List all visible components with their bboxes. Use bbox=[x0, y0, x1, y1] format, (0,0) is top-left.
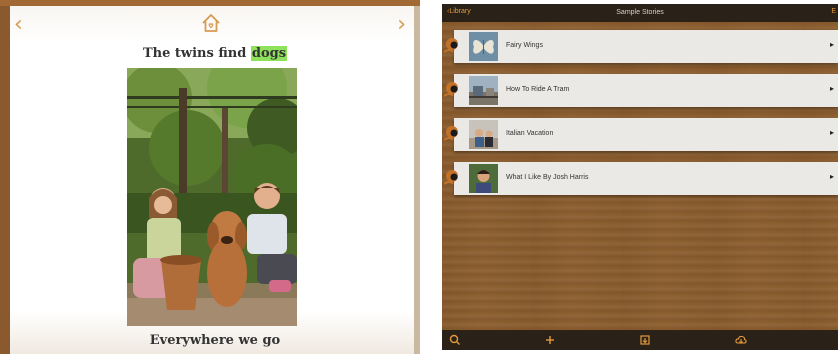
bookmark-knob-icon bbox=[444, 126, 458, 141]
story-reader: ‹ › The twins find dogs Everywhere we go bbox=[0, 0, 420, 354]
page-text: Everywhere we go bbox=[149, 333, 281, 348]
bookmark-knob-icon bbox=[444, 170, 458, 185]
book-cover-thumbnail bbox=[469, 164, 498, 193]
book-title: What I Like By Josh Harris bbox=[506, 174, 589, 181]
library-toolbar bbox=[442, 330, 838, 350]
book-cover-thumbnail bbox=[469, 76, 498, 105]
library-panel: ‹Library Sample Stories E Fairy Wings ▸ bbox=[442, 4, 838, 350]
book-title: Fairy Wings bbox=[506, 42, 543, 49]
add-icon[interactable] bbox=[543, 333, 557, 347]
book-row-fairy-wings[interactable]: Fairy Wings ▸ bbox=[444, 30, 838, 63]
chevron-right-icon: ▸ bbox=[829, 40, 834, 49]
book-row-how-to-ride-a-tram[interactable]: How To Ride A Tram ▸ bbox=[444, 74, 838, 107]
chevron-right-icon: ▸ bbox=[829, 172, 834, 181]
edit-button[interactable]: E bbox=[831, 8, 836, 15]
story-photo bbox=[127, 68, 297, 326]
chevron-right-icon: ▸ bbox=[829, 84, 834, 93]
chevron-left-icon[interactable]: ‹ bbox=[14, 14, 23, 36]
page-title: The twins find dogs bbox=[0, 46, 420, 61]
book-row-what-i-like[interactable]: What I Like By Josh Harris ▸ bbox=[444, 162, 838, 195]
book-title: Italian Vacation bbox=[506, 130, 554, 137]
search-icon[interactable] bbox=[448, 333, 462, 347]
home-icon[interactable] bbox=[200, 12, 222, 34]
book-row-italian-vacation[interactable]: Italian Vacation ▸ bbox=[444, 118, 838, 151]
import-icon[interactable] bbox=[638, 333, 652, 347]
book-cover-thumbnail bbox=[469, 120, 498, 149]
library-title: Sample Stories bbox=[616, 9, 664, 16]
bookmark-knob-icon bbox=[444, 82, 458, 97]
book-cover-thumbnail bbox=[469, 32, 498, 61]
cloud-download-icon[interactable] bbox=[734, 333, 748, 347]
book-title: How To Ride A Tram bbox=[506, 86, 570, 93]
page-title-text: The twins find bbox=[142, 46, 247, 61]
highlighted-word: dogs bbox=[250, 46, 288, 61]
bookmark-knob-icon bbox=[444, 38, 458, 53]
library-header: ‹Library Sample Stories E bbox=[442, 4, 838, 22]
divider-gap bbox=[420, 0, 442, 354]
chevron-right-icon[interactable]: › bbox=[397, 14, 406, 36]
reader-top-border bbox=[0, 0, 420, 6]
chevron-right-icon: ▸ bbox=[829, 128, 834, 137]
